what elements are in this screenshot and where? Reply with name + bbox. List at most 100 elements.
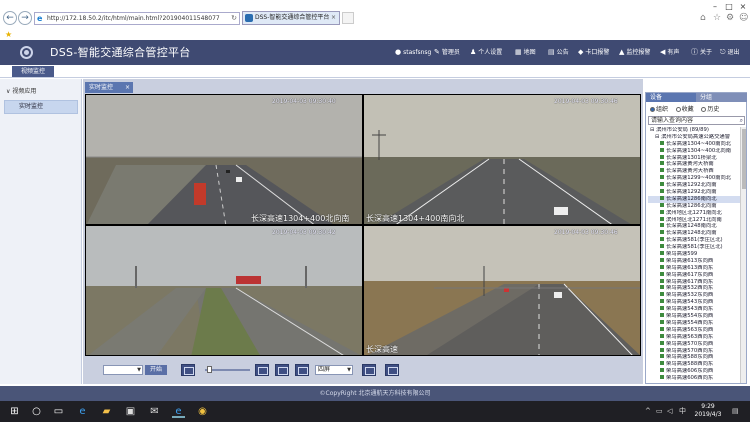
tab-video-monitor[interactable]: 视频监控 xyxy=(12,66,54,77)
cortana-icon[interactable]: ○ xyxy=(30,405,43,418)
split-view-icon[interactable] xyxy=(275,364,289,376)
browser-tab[interactable]: DSS-智能交通综合管控平台 × xyxy=(242,11,340,25)
tree-camera-item[interactable]: 荣乌高速554西向东 xyxy=(648,319,740,327)
internet-explorer-icon[interactable]: e xyxy=(172,405,185,418)
stream-select[interactable]: ▼ xyxy=(103,365,143,375)
tree-camera-item[interactable]: 荣乌高速606西向东 xyxy=(648,375,740,382)
notifications-icon[interactable]: ▤ xyxy=(732,407,739,416)
scrollbar-thumb[interactable] xyxy=(742,129,746,189)
tree-camera-item[interactable]: 荣乌高速613西向东 xyxy=(648,264,740,272)
tree-node[interactable]: ⊟ 滨州市公安局 (89/89) xyxy=(648,127,740,134)
file-explorer-icon[interactable]: ▰ xyxy=(100,405,113,418)
mail-icon[interactable]: ✉ xyxy=(148,405,161,418)
favorites-bar-star-icon[interactable]: ★ xyxy=(5,30,12,39)
menu-item-realtime-monitor[interactable]: 实时监控 xyxy=(4,100,78,114)
header-map[interactable]: ▦ 地图 xyxy=(515,48,536,57)
header-exit[interactable]: ⎋ 退出 xyxy=(720,48,740,57)
tree-camera-item[interactable]: 滨州地区北1271北向南 xyxy=(648,216,740,224)
address-bar[interactable]: e http://172.18.50.2/itc/html/main.html?… xyxy=(34,12,240,25)
layout-select[interactable]: 四屏 ▼ xyxy=(315,365,353,375)
tree-camera-item[interactable]: 长深高速1286北向南 xyxy=(648,202,740,210)
close-tab-icon[interactable]: × xyxy=(331,12,336,24)
radio-organization[interactable]: 组织 xyxy=(650,106,668,113)
edge-icon[interactable]: e xyxy=(76,405,89,418)
tree-camera-item[interactable]: 荣乌高速588东向西 xyxy=(648,354,740,361)
refresh-icon[interactable]: ↻ xyxy=(231,13,237,24)
tree-camera-item[interactable]: 荣乌高速617东向西 xyxy=(648,271,740,279)
header-sound[interactable]: ◀ 有声 xyxy=(660,48,679,57)
video-window-4[interactable]: 2019-04-03 09:30:46 长深高速 xyxy=(363,225,641,356)
header-admin[interactable]: ✎ 管理员 xyxy=(434,48,460,57)
tab-realtime-monitor[interactable]: 实时监控 × xyxy=(85,82,133,93)
tree-camera-item[interactable]: 长深高速1304~400南向北 xyxy=(648,140,740,148)
home-icon[interactable]: ⌂ xyxy=(700,13,706,23)
tree-camera-item[interactable]: 长深高速1292北向南 xyxy=(648,182,740,189)
close-window-icon[interactable]: × xyxy=(736,2,750,12)
share-icon[interactable] xyxy=(385,364,399,376)
tree-camera-item[interactable]: 荣乌高速532西向东 xyxy=(648,285,740,292)
settings-gear-icon[interactable]: ⚙ xyxy=(726,13,734,23)
tree-camera-item[interactable]: 荣乌高速617西向东 xyxy=(648,278,740,286)
menu-group-video[interactable]: ∨ 视频应用 xyxy=(0,86,82,97)
radio-history[interactable]: 历史 xyxy=(701,106,719,113)
header-user[interactable]: ● stasfsnsg xyxy=(395,48,431,57)
tree-camera-item[interactable]: 荣乌高速563西向东 xyxy=(648,333,740,341)
tree-camera-item[interactable]: 长深高速581(李庄区北) xyxy=(648,244,740,251)
tab-groups[interactable]: 分组 xyxy=(696,93,747,102)
tree-camera-item[interactable]: 长深高速1292北向南 xyxy=(648,189,740,196)
header-personal-settings[interactable]: ♟ 个人设置 xyxy=(470,48,502,57)
single-screen-icon[interactable] xyxy=(181,364,195,376)
tab-devices[interactable]: 设备 xyxy=(646,93,696,102)
clock[interactable]: 9:29 2019/4/3 xyxy=(690,403,726,419)
tree-camera-item[interactable]: 长深高速1286南向北 xyxy=(648,195,740,203)
tree-camera-item[interactable]: 长深高速1248北向南 xyxy=(648,230,740,237)
video-window-1[interactable]: 2019-04-03 09:30:40 长深高速1304+400北向南 xyxy=(85,94,363,225)
tree-camera-item[interactable]: 长深高速1301桥梁北 xyxy=(648,154,740,162)
tree-camera-item[interactable]: 荣乌高速563东向西 xyxy=(648,326,740,334)
tree-camera-item[interactable]: 荣乌高速599 xyxy=(648,251,740,258)
radio-favorites[interactable]: 收藏 xyxy=(675,106,694,113)
tree-camera-item[interactable]: 长深高速黄河大桥南 xyxy=(648,161,740,168)
tree-camera-item[interactable]: 长深高速黄河大桥西 xyxy=(648,168,740,175)
tree-camera-item[interactable]: 荣乌高速606东向西 xyxy=(648,368,740,375)
edit-icon[interactable] xyxy=(295,364,309,376)
tree-camera-item[interactable]: 长深高速1299~400南向北 xyxy=(648,175,740,182)
favorites-icon[interactable]: ☆ xyxy=(713,13,721,23)
volume-icon[interactable]: ◁ xyxy=(667,407,672,416)
ime-indicator[interactable]: 中 xyxy=(679,407,686,416)
new-tab-button[interactable] xyxy=(342,12,354,24)
tree-camera-item[interactable]: 滨州地区北1271南向北 xyxy=(648,209,740,217)
video-window-2[interactable]: 2019-04-03 09:30:46 长深高速1304+400南向北 xyxy=(363,94,641,225)
minimize-icon[interactable]: – xyxy=(708,2,722,12)
chrome-icon[interactable]: ◉ xyxy=(196,405,209,418)
forward-icon[interactable]: → xyxy=(18,11,32,25)
tray-chevron-icon[interactable]: ^ xyxy=(645,407,651,416)
video-window-3[interactable]: 2019-04-03 09:30:42 xyxy=(85,225,363,356)
smiley-icon[interactable]: ☺ xyxy=(739,13,748,23)
tree-node[interactable]: ⊟ 滨州市公安局高速公路交通警 xyxy=(648,134,740,141)
tree-camera-item[interactable]: 荣乌高速543东向西 xyxy=(648,299,740,306)
fullscreen-icon[interactable] xyxy=(362,364,376,376)
store-icon[interactable]: ▣ xyxy=(124,405,137,418)
header-about[interactable]: ⓘ 关于 xyxy=(691,48,712,57)
maximize-icon[interactable]: □ xyxy=(722,2,736,12)
search-icon[interactable]: ⌕ xyxy=(740,117,743,124)
network-icon[interactable]: ▭ xyxy=(656,407,663,416)
tree-camera-item[interactable]: 荣乌高速588西向东 xyxy=(648,361,740,368)
slider-handle[interactable] xyxy=(207,366,212,373)
tree-camera-item[interactable]: 长深高速581(李庄区北) xyxy=(648,237,740,244)
tree-camera-item[interactable]: 荣乌高速613东向西 xyxy=(648,257,740,265)
tree-camera-item[interactable]: 荣乌高速570东向西 xyxy=(648,340,740,348)
task-view-icon[interactable]: ▭ xyxy=(52,405,65,418)
start-button[interactable]: 开始 xyxy=(145,365,167,375)
grid-layout-icon[interactable] xyxy=(255,364,269,376)
device-search-input[interactable]: 请输入查询内容 ⌕ xyxy=(648,116,745,125)
tree-camera-item[interactable]: 荣乌高速543西向东 xyxy=(648,306,740,313)
tree-camera-item[interactable]: 荣乌高速554东向西 xyxy=(648,313,740,320)
tree-camera-item[interactable]: 荣乌高速532东向西 xyxy=(648,292,740,299)
header-notice[interactable]: ▤ 公告 xyxy=(548,48,569,57)
tree-camera-item[interactable]: 长深高速1248南向北 xyxy=(648,223,740,230)
windows-start-icon[interactable]: ⊞ xyxy=(8,405,21,418)
tree-scrollbar[interactable] xyxy=(740,127,746,383)
close-tab-icon[interactable]: × xyxy=(125,82,130,93)
